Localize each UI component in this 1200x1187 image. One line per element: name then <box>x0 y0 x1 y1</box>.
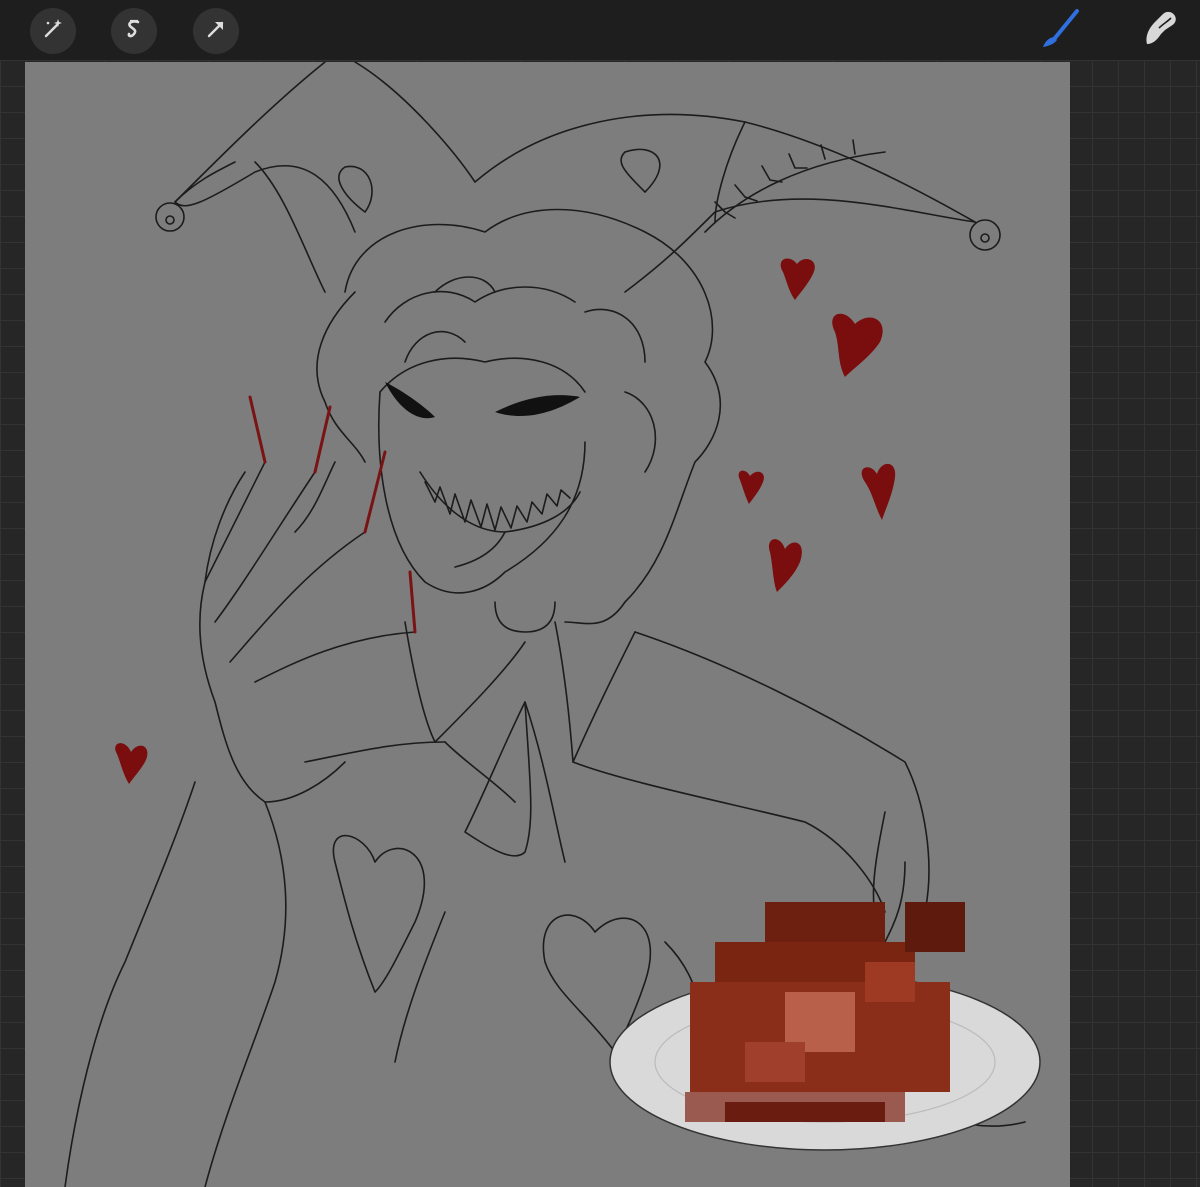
red-heart <box>832 313 883 377</box>
grin <box>419 471 581 533</box>
magic-wand-icon <box>40 16 66 46</box>
heart-left-body <box>332 834 426 993</box>
red-heart <box>768 539 802 592</box>
collar <box>404 621 526 743</box>
neck <box>494 601 556 633</box>
face <box>378 391 586 594</box>
adjustments-button[interactable] <box>30 8 76 54</box>
plate-with-food <box>609 902 1041 1151</box>
red-heart <box>861 463 896 520</box>
jester-artwork <box>64 62 1041 1187</box>
top-toolbar <box>0 0 1200 60</box>
hat-left-point <box>174 62 356 233</box>
red-heart <box>115 743 148 784</box>
red-hearts <box>115 258 896 784</box>
hand <box>199 471 266 803</box>
brush-button[interactable] <box>1039 8 1081 54</box>
red-heart <box>738 470 764 504</box>
smudge-icon <box>1139 8 1181 54</box>
transform-button[interactable] <box>193 8 239 54</box>
shoulder-right <box>634 631 930 913</box>
red-heart <box>780 258 815 300</box>
pixelated-food <box>685 902 965 1122</box>
bell-left <box>155 202 185 232</box>
hair <box>344 208 721 625</box>
selection-button[interactable] <box>111 8 157 54</box>
hat-right-point <box>354 62 976 223</box>
selection-icon <box>121 16 147 46</box>
eyes <box>385 382 580 419</box>
transform-arrow-icon <box>203 16 229 46</box>
bell-right <box>969 219 1001 251</box>
drawing-canvas[interactable] <box>25 62 1070 1187</box>
smudge-button[interactable] <box>1140 10 1180 52</box>
arm-left <box>64 781 196 1187</box>
brush-icon <box>1039 8 1081 54</box>
